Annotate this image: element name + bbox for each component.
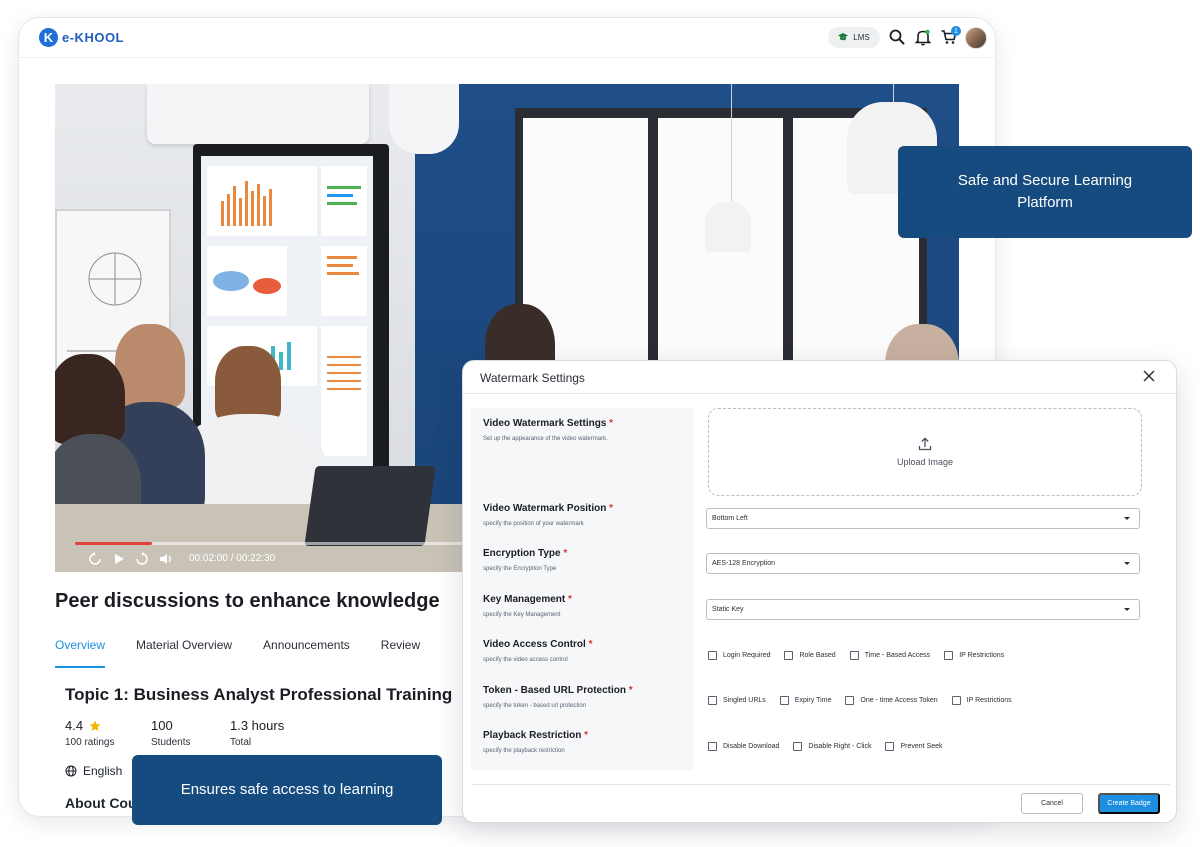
checkbox-role-based[interactable]: Role Based — [784, 651, 836, 660]
checkbox-disable-download[interactable]: Disable Download — [708, 742, 779, 751]
checkbox-singled-urls[interactable]: Singled URLs — [708, 696, 766, 705]
modal-footer-divider — [471, 784, 1170, 785]
checkbox-expiry-time[interactable]: Expiry Time — [779, 696, 831, 705]
checkbox-disable-right-click[interactable]: Disable Right - Click — [793, 742, 871, 751]
create-badge-button[interactable]: Create Badge — [1098, 793, 1160, 814]
field-desc-token-url-protection: specify the token - based url protection — [483, 703, 587, 709]
field-desc-encryption-type: specify the Encryption Type — [483, 566, 557, 572]
field-label-watermark-position: Video Watermark Position * — [483, 503, 614, 514]
course-tabs: Overview Material Overview Announcements… — [55, 638, 451, 668]
encryption-type-value: AES-128 Encryption — [712, 560, 776, 567]
field-label-key-management: Key Management * — [483, 594, 572, 605]
duration-stat: 1.3 hours Total — [230, 718, 284, 748]
about-course-heading: About Cou — [65, 795, 137, 811]
chevron-down-icon — [1124, 562, 1130, 565]
bell-icon[interactable] — [914, 28, 932, 46]
tab-announcements[interactable]: Announcements — [263, 638, 350, 668]
playback-restriction-options: Disable Download Disable Right - Click P… — [708, 742, 956, 751]
duration-label: Total — [230, 737, 252, 748]
video-progress-fill — [75, 542, 152, 545]
field-labels-panel: Video Watermark Settings * Set up the ap… — [471, 408, 693, 770]
checkbox-one-time-token[interactable]: One - time Access Token — [845, 696, 938, 705]
upload-image-label: Upload Image — [896, 457, 954, 467]
time-separator: / — [230, 553, 234, 564]
callout-safe-access: Ensures safe access to learning — [132, 755, 442, 825]
scene-laptop — [304, 466, 436, 546]
checkbox-token-ip-restrictions[interactable]: IP Restrictions — [951, 696, 1012, 705]
field-label-token-url-protection: Token - Based URL Protection * — [483, 685, 633, 696]
chevron-down-icon — [1124, 517, 1130, 520]
star-icon — [89, 720, 101, 731]
scene-person — [215, 346, 281, 424]
tab-review[interactable]: Review — [381, 638, 420, 668]
volume-icon[interactable] — [159, 552, 173, 566]
rewind-icon[interactable] — [88, 552, 102, 566]
access-control-options: Login Required Role Based Time - Based A… — [708, 651, 1018, 660]
forward-icon[interactable] — [135, 552, 149, 566]
video-time: 00:02:00 / 00:22:30 — [189, 553, 275, 564]
topic-title: Topic 1: Business Analyst Professional T… — [65, 685, 453, 704]
lms-label: LMS — [853, 33, 870, 42]
field-desc-playback-restriction: specify the playback restriction — [483, 748, 565, 754]
students-value: 100 — [151, 718, 173, 733]
duration-value: 1.3 hours — [230, 718, 285, 733]
field-desc-watermark-position: specify the position of your watermark — [483, 521, 584, 527]
logo-text: e-KHOOL — [62, 30, 124, 45]
total-time: 00:22:30 — [236, 553, 276, 564]
callout-secure-text: Safe and Secure Learning Platform — [957, 172, 1133, 211]
callout-access-text: Ensures safe access to learning — [180, 781, 394, 798]
graduation-cap-icon — [838, 33, 849, 41]
watermark-position-select[interactable]: Bottom Left — [706, 508, 1140, 529]
play-icon[interactable] — [112, 552, 126, 566]
upload-icon — [918, 437, 932, 451]
scene-person — [55, 354, 125, 444]
token-protection-options: Singled URLs Expiry Time One - time Acce… — [708, 696, 1026, 705]
logo-mark: K — [39, 28, 58, 47]
course-title: Peer discussions to enhance knowledge — [55, 590, 440, 612]
key-management-value: Static Key — [712, 606, 744, 613]
checkbox-time-based-access[interactable]: Time - Based Access — [849, 651, 930, 660]
watermark-position-value: Bottom Left — [712, 515, 748, 522]
tab-material-overview[interactable]: Material Overview — [136, 638, 232, 668]
rating-value: 4.4 — [65, 718, 84, 733]
close-icon[interactable] — [1142, 369, 1156, 383]
upload-image-dropzone[interactable]: Upload Image — [708, 408, 1142, 496]
encryption-type-select[interactable]: AES-128 Encryption — [706, 553, 1140, 574]
globe-icon — [65, 765, 77, 777]
course-language: English — [65, 764, 122, 778]
tab-overview[interactable]: Overview — [55, 638, 106, 668]
field-desc-video-access-control: specify the video access control — [483, 657, 568, 663]
callout-secure-platform: Safe and Secure Learning Platform — [898, 146, 1192, 238]
checkbox-login-required[interactable]: Login Required — [708, 651, 770, 660]
students-label: Students — [151, 737, 191, 748]
checkbox-prevent-seek[interactable]: Prevent Seek — [885, 742, 942, 751]
user-avatar[interactable] — [965, 27, 987, 49]
field-desc-key-management: specify the Key Management — [483, 612, 561, 618]
field-label-watermark-settings: Video Watermark Settings * — [483, 418, 614, 429]
field-label-encryption-type: Encryption Type * — [483, 548, 568, 559]
cancel-button[interactable]: Cancel — [1021, 793, 1083, 814]
cart-count-badge: 1 — [951, 26, 961, 36]
watermark-settings-modal: Watermark Settings Video Watermark Setti… — [462, 360, 1177, 823]
rating-stat: 4.4 100 ratings — [65, 718, 114, 748]
logo[interactable]: K e-KHOOL — [39, 28, 124, 47]
modal-title: Watermark Settings — [480, 371, 585, 385]
chevron-down-icon — [1124, 608, 1130, 611]
search-icon[interactable] — [888, 28, 906, 46]
students-stat: 100 Students — [151, 718, 190, 748]
lms-button[interactable]: LMS — [828, 27, 880, 48]
language-label: English — [83, 764, 123, 778]
top-navigation-bar: K e-KHOOL LMS 1 — [19, 18, 995, 58]
checkbox-ip-restrictions[interactable]: IP Restrictions — [944, 651, 1004, 660]
scene-air-conditioner-side — [389, 84, 459, 154]
modal-header: Watermark Settings — [463, 361, 1176, 394]
field-label-video-access-control: Video Access Control * — [483, 639, 593, 650]
field-label-playback-restriction: Playback Restriction * — [483, 730, 589, 741]
scene-person — [115, 324, 185, 408]
scene-air-conditioner — [147, 84, 369, 144]
key-management-select[interactable]: Static Key — [706, 599, 1140, 620]
field-desc-watermark-settings: Set up the appearance of the video water… — [483, 436, 608, 442]
ratings-count: 100 ratings — [65, 737, 115, 748]
current-time: 00:02:00 — [189, 553, 228, 564]
